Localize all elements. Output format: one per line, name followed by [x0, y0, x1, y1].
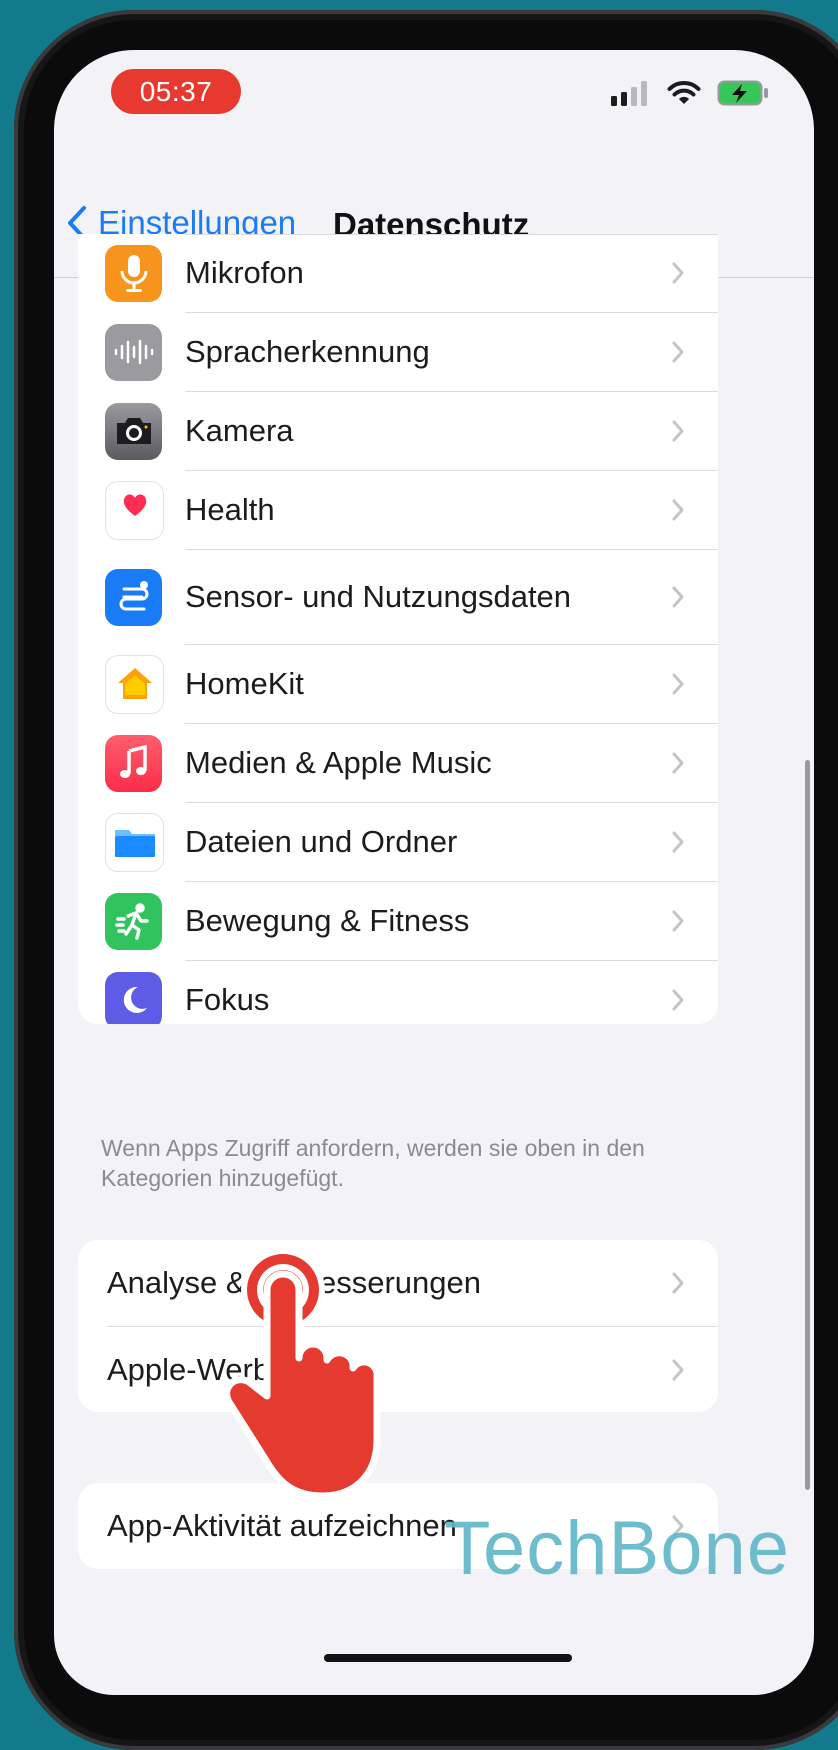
list-item-label: App-Aktivität aufzeichnen [107, 1508, 457, 1543]
status-icons [611, 80, 769, 106]
chevron-right-icon [672, 499, 684, 521]
list-item-label: Fokus [185, 982, 270, 1017]
list-item-label: Medien & Apple Music [185, 745, 492, 780]
watermark-text: TechBone [444, 1506, 791, 1591]
list-item-label: HomeKit [185, 666, 304, 701]
list-item-label: Sensor- und Nutzungsdaten [185, 579, 572, 614]
chevron-right-icon [672, 586, 684, 608]
list-item-medien-apple-music[interactable]: Medien & Apple Music [78, 724, 718, 802]
list-item-label: Health [185, 492, 275, 527]
list-item-health[interactable]: Health [78, 471, 718, 549]
list-item-label: Dateien und Ordner [185, 824, 458, 859]
scrollbar[interactable] [805, 760, 810, 1490]
music-icon [105, 734, 162, 792]
list-item-sensor-und-nutzungsdaten[interactable]: Sensor- und Nutzungsdaten [78, 550, 718, 644]
list-item-analyse-verbesserungen[interactable]: Analyse & Verbesserungen [78, 1240, 718, 1326]
microphone-icon [105, 244, 162, 302]
cellular-signal-icon [611, 81, 647, 106]
chevron-right-icon [672, 989, 684, 1011]
chevron-right-icon [672, 1359, 684, 1380]
home-icon [105, 654, 164, 714]
chevron-right-icon [672, 341, 684, 363]
chevron-right-icon [672, 831, 684, 853]
chevron-right-icon [672, 752, 684, 774]
list-item-label: Mikrofon [185, 255, 304, 290]
heart-icon [105, 480, 164, 540]
list-item-apple-werbung[interactable]: Apple-Werbung [78, 1327, 718, 1412]
list-item-bewegung-fitness[interactable]: Bewegung & Fitness [78, 882, 718, 960]
status-bar: 05:37 [54, 50, 814, 160]
list-item-label: Kamera [185, 413, 294, 448]
analytics-ads-group: Analyse & Verbesserungen Apple-Werbung [78, 1240, 718, 1412]
list-item-kamera[interactable]: Kamera [78, 392, 718, 470]
list-item-fokus[interactable]: Fokus [78, 961, 718, 1024]
chevron-right-icon [672, 910, 684, 932]
sensor-icon [105, 568, 162, 626]
chevron-right-icon [672, 420, 684, 442]
waveform-icon [105, 323, 162, 381]
home-indicator[interactable] [324, 1654, 572, 1662]
camera-icon [105, 402, 162, 460]
list-item-label: Spracherkennung [185, 334, 430, 369]
folder-icon [105, 812, 164, 872]
wifi-icon [667, 81, 701, 104]
list-item-dateien-und-ordner[interactable]: Dateien und Ordner [78, 803, 718, 881]
privacy-categories-list: Mikrofon Spracherkennung Kamera Health S… [78, 234, 718, 1024]
list-item-mikrofon[interactable]: Mikrofon [78, 234, 718, 312]
section-footnote: Wenn Apps Zugriff anfordern, werden sie … [101, 1135, 645, 1191]
chevron-right-icon [672, 262, 684, 284]
fitness-icon [105, 892, 162, 950]
list-item-homekit[interactable]: HomeKit [78, 645, 718, 723]
status-time: 05:37 [111, 69, 241, 114]
moon-icon [105, 971, 162, 1024]
chevron-right-icon [672, 673, 684, 695]
battery-charging-icon [717, 80, 768, 106]
chevron-right-icon [672, 1272, 684, 1294]
phone-screen: 05:37 Einstellungen Datenschutz Mikrofon… [54, 50, 814, 1695]
list-item-spracherkennung[interactable]: Spracherkennung [78, 313, 718, 391]
list-item-label: Bewegung & Fitness [185, 903, 470, 938]
tap-hand-icon [223, 1248, 381, 1500]
